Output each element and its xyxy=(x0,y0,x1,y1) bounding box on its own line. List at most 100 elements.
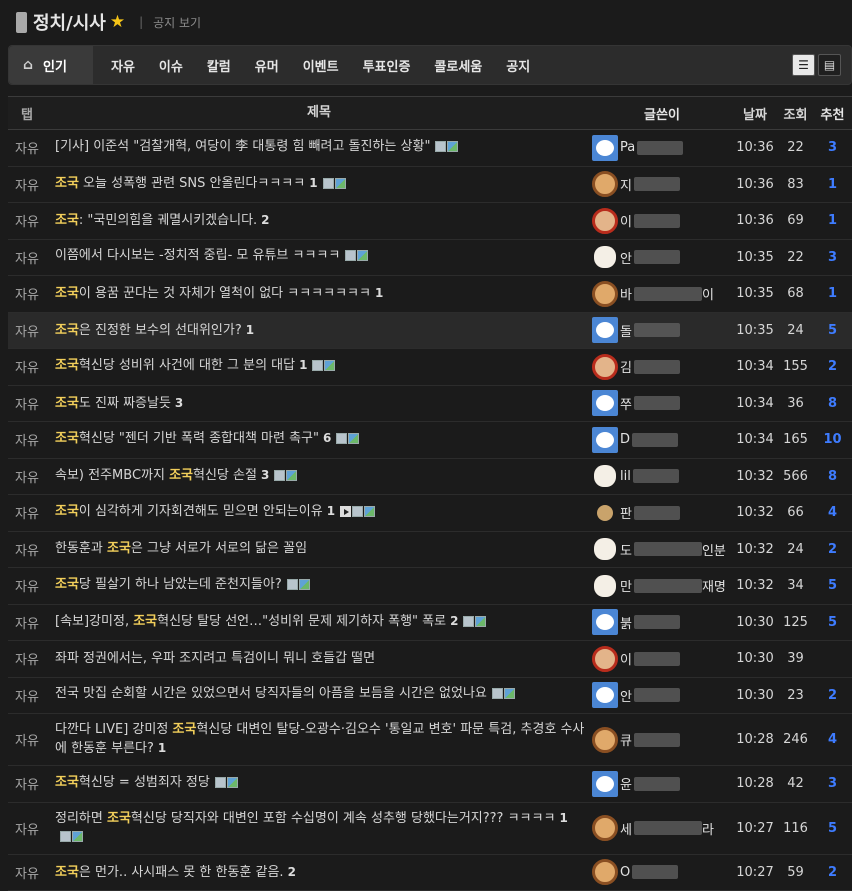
card-view-icon[interactable]: ▤ xyxy=(818,54,841,76)
row-tag[interactable]: 자유 xyxy=(8,276,46,313)
author-name[interactable]: Pa xyxy=(620,140,635,155)
author-cell[interactable]: 판 xyxy=(592,495,732,532)
row-tag[interactable]: 자유 xyxy=(8,641,46,678)
author-name[interactable]: 세 xyxy=(620,819,632,838)
author-name[interactable]: D xyxy=(620,432,630,447)
author[interactable]: 이 xyxy=(592,208,732,234)
author-cell[interactable]: 만 재명 xyxy=(592,568,732,605)
author-cell[interactable]: 붉 xyxy=(592,604,732,641)
row-tag[interactable]: 자유 xyxy=(8,239,46,276)
post-title[interactable]: 좌파 정권에서는, 우파 조지려고 특검이니 뭐니 호들갑 떨면 xyxy=(46,641,592,678)
author-name[interactable]: 안 xyxy=(620,686,632,705)
author-cell[interactable]: 안 xyxy=(592,677,732,714)
author[interactable]: D xyxy=(592,426,732,453)
star-icon[interactable]: ★ xyxy=(110,12,125,32)
author-cell[interactable]: 윤 xyxy=(592,766,732,803)
author[interactable]: O xyxy=(592,859,732,885)
tab-free[interactable]: 자유 xyxy=(93,56,147,75)
table-row[interactable]: 자유 [속보]강미정, 조국혁신당 탈당 선언…"성비위 문제 제기하자 폭행" … xyxy=(8,604,852,641)
author-cell[interactable]: 세라 xyxy=(592,802,732,854)
row-tag[interactable]: 자유 xyxy=(8,312,46,349)
row-tag[interactable]: 자유 xyxy=(8,130,46,167)
post-title[interactable]: 조국은 진정한 보수의 선대위인가? 1 xyxy=(46,312,592,349)
row-tag[interactable]: 자유 xyxy=(8,349,46,386)
table-row[interactable]: 자유 조국이 용꿈 꾼다는 것 자체가 열척이 없다 ㅋㅋㅋㅋㅋㅋㅋ 1 바 이 10:3… xyxy=(8,276,852,313)
post-title[interactable]: 조국혁신당 성비위 사건에 대한 그 분의 대답 1 xyxy=(46,349,592,386)
author-cell[interactable]: 쭈 xyxy=(592,385,732,422)
post-title[interactable]: 이쯤에서 다시보는 -정치적 중립- 모 유튜브 ㅋㅋㅋㅋ xyxy=(46,239,592,276)
post-title[interactable]: [기사] 이준석 "검찰개혁, 여당이 李 대통령 힘 빼려고 돌진하는 상황" xyxy=(46,130,592,167)
table-row[interactable]: 자유 이쯤에서 다시보는 -정치적 중립- 모 유튜브 ㅋㅋㅋㅋ 안 10:35 22 3 xyxy=(8,239,852,276)
post-title[interactable]: 조국혁신당 "젠더 기반 폭력 종합대책 마련 촉구" 6 xyxy=(46,422,592,459)
author-name[interactable]: lil xyxy=(620,469,631,484)
author[interactable]: 윤 xyxy=(592,770,732,797)
board-title[interactable]: 정치/시사 xyxy=(33,9,106,35)
author-name[interactable]: 안 xyxy=(620,248,632,267)
author-cell[interactable]: 이 xyxy=(592,203,732,240)
author-name[interactable]: 판 xyxy=(620,503,632,522)
author-name[interactable]: 큐 xyxy=(620,730,632,749)
author[interactable]: 판 xyxy=(592,500,732,526)
author[interactable]: 큐 xyxy=(592,727,732,753)
table-row[interactable]: 자유 조국은 먼가.. 사시패스 못 한 한동훈 같음. 2 O 10:27 59 2 xyxy=(8,854,852,891)
table-row[interactable]: 자유 전국 맛집 순회할 시간은 있었으면서 당직자들의 아픔을 보듬을 시간은 … xyxy=(8,677,852,714)
author-cell[interactable]: 안 xyxy=(592,239,732,276)
tab-popular[interactable]: ⌂ 인기 xyxy=(9,46,93,84)
author-cell[interactable]: O xyxy=(592,854,732,891)
row-tag[interactable]: 자유 xyxy=(8,422,46,459)
row-tag[interactable]: 자유 xyxy=(8,802,46,854)
post-title[interactable]: 다깐다 LIVE] 강미정 조국혁신당 대변인 탈당-오광수·김오수 '통일교 … xyxy=(46,714,592,766)
post-title[interactable]: 전국 맛집 순회할 시간은 있었으면서 당직자들의 아픔을 보듬을 시간은 없었… xyxy=(46,677,592,714)
author-cell[interactable]: 김 xyxy=(592,349,732,386)
author-cell[interactable]: 바이 xyxy=(592,276,732,313)
post-title[interactable]: 조국도 진짜 짜증날듯 3 xyxy=(46,385,592,422)
row-tag[interactable]: 자유 xyxy=(8,531,46,568)
author[interactable]: 세라 xyxy=(592,815,732,841)
author-name[interactable]: 바 xyxy=(620,284,632,303)
author-name[interactable]: 이 xyxy=(620,649,632,668)
author-name[interactable]: 이 xyxy=(620,211,632,230)
author[interactable]: 붉 xyxy=(592,609,732,636)
post-title[interactable]: 조국 오늘 성폭행 관련 SNS 안올린다ㅋㅋㅋㅋ 1 xyxy=(46,166,592,203)
table-row[interactable]: 자유 조국: "국민의힘을 궤멸시키겠습니다. 2 이 10:36 69 1 xyxy=(8,203,852,240)
row-tag[interactable]: 자유 xyxy=(8,495,46,532)
table-row[interactable]: 자유 다깐다 LIVE] 강미정 조국혁신당 대변인 탈당-오광수·김오수 '통일… xyxy=(8,714,852,766)
table-row[interactable]: 자유 조국은 진정한 보수의 선대위인가? 1 돌 10:35 24 5 xyxy=(8,312,852,349)
table-row[interactable]: 자유 조국혁신당 = 성범죄자 정당 윤 10:28 42 3 xyxy=(8,766,852,803)
post-title[interactable]: 정리하면 조국혁신당 당직자와 대변인 포함 수십명이 계속 성추행 당했다는거… xyxy=(46,802,592,854)
author[interactable]: 쭈 xyxy=(592,390,732,417)
table-row[interactable]: 자유 한동훈과 조국은 그냥 서로가 서로의 닮은 꼴임 도 인분 10:32 24 2 xyxy=(8,531,852,568)
tab-event[interactable]: 이벤트 xyxy=(291,56,351,75)
author-cell[interactable]: 이 xyxy=(592,641,732,678)
row-tag[interactable]: 자유 xyxy=(8,203,46,240)
tab-humor[interactable]: 유머 xyxy=(243,56,291,75)
tab-notice[interactable]: 공지 xyxy=(494,56,542,75)
author-cell[interactable]: 지 xyxy=(592,166,732,203)
author-name[interactable]: O xyxy=(620,865,630,880)
author-name[interactable]: 붉 xyxy=(620,613,632,632)
author-name[interactable]: 만 xyxy=(620,576,632,595)
author[interactable]: 지 xyxy=(592,171,732,197)
row-tag[interactable]: 자유 xyxy=(8,568,46,605)
author[interactable]: 이 xyxy=(592,646,732,672)
row-tag[interactable]: 자유 xyxy=(8,766,46,803)
tab-colosseum[interactable]: 콜로세움 xyxy=(422,56,494,75)
table-row[interactable]: 자유 정리하면 조국혁신당 당직자와 대변인 포함 수십명이 계속 성추행 당했다… xyxy=(8,802,852,854)
author-name[interactable]: 윤 xyxy=(620,774,632,793)
author-name[interactable]: 지 xyxy=(620,175,632,194)
notice-link[interactable]: 공지 보기 xyxy=(153,14,201,31)
table-row[interactable]: 자유 좌파 정권에서는, 우파 조지려고 특검이니 뭐니 호들갑 떨면 이 10:30… xyxy=(8,641,852,678)
table-row[interactable]: 자유 조국혁신당 "젠더 기반 폭력 종합대책 마련 촉구" 6 D 10:34 165 1… xyxy=(8,422,852,459)
table-row[interactable]: 자유 조국이 심각하게 기자회견해도 믿으면 안되는이유 1 판 10:32 66 4 xyxy=(8,495,852,532)
post-title[interactable]: [속보]강미정, 조국혁신당 탈당 선언…"성비위 문제 제기하자 폭행" 폭로… xyxy=(46,604,592,641)
author[interactable]: 만 재명 xyxy=(592,573,732,599)
post-title[interactable]: 한동훈과 조국은 그냥 서로가 서로의 닮은 꼴임 xyxy=(46,531,592,568)
row-tag[interactable]: 자유 xyxy=(8,458,46,495)
author[interactable]: Pa xyxy=(592,134,732,161)
author-name[interactable]: 쭈 xyxy=(620,394,632,413)
tab-column[interactable]: 칼럼 xyxy=(195,56,243,75)
author-cell[interactable]: 도 인분 xyxy=(592,531,732,568)
row-tag[interactable]: 자유 xyxy=(8,604,46,641)
table-row[interactable]: 자유 조국혁신당 성비위 사건에 대한 그 분의 대답 1 김 10:34 155 2 xyxy=(8,349,852,386)
row-tag[interactable]: 자유 xyxy=(8,677,46,714)
